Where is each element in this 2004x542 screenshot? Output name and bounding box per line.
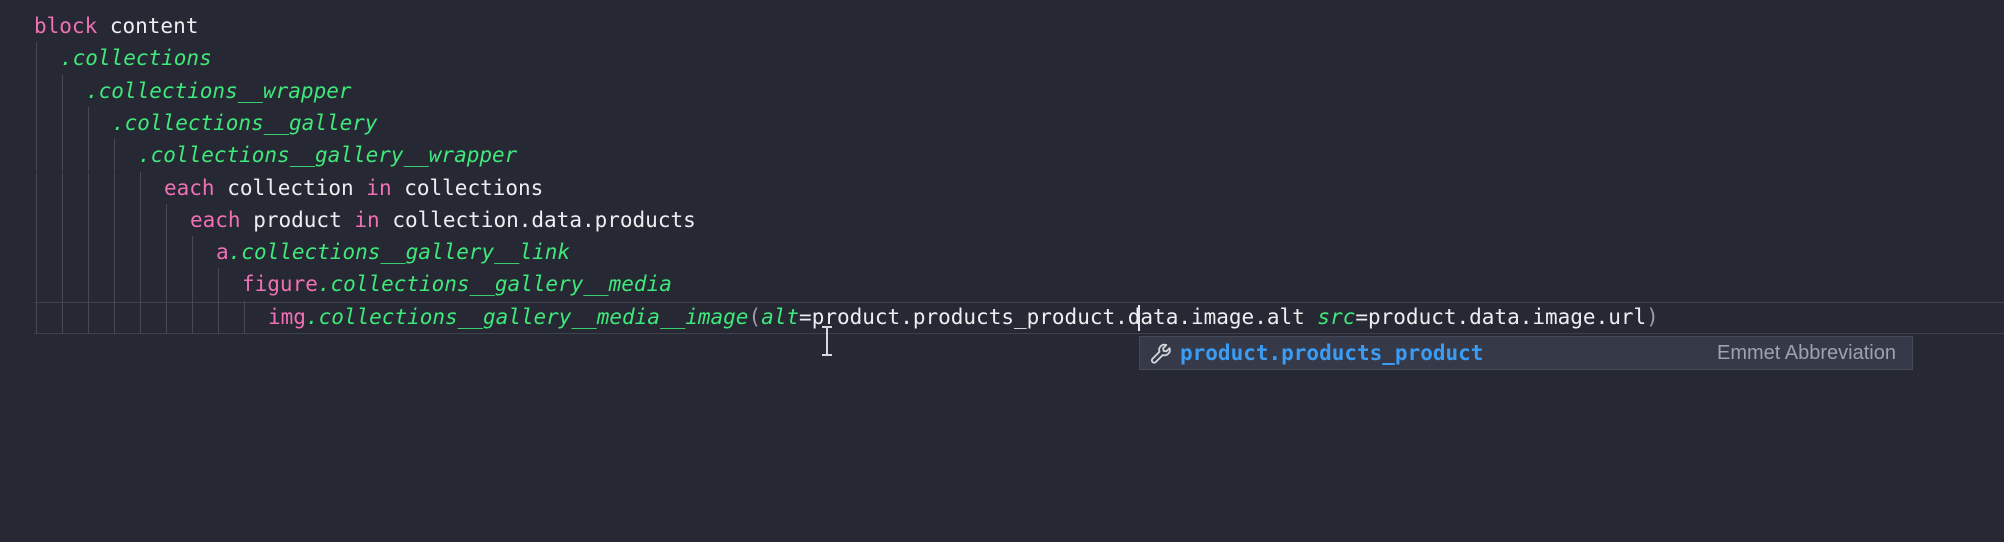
code-line[interactable]: .collections__gallery__wrapper (138, 139, 517, 171)
indent-guide (36, 236, 37, 269)
code-line[interactable]: img.collections__gallery__media__image(a… (268, 301, 1659, 333)
indent-guide (114, 203, 115, 237)
code-editor[interactable]: block content .collections .collections__w… (0, 0, 2004, 542)
indent-guide (192, 268, 193, 301)
indent-guide (166, 300, 167, 333)
code-token: =product.products_product (799, 304, 1116, 329)
indent-guide (36, 268, 37, 301)
code-token: collection.data.products (379, 207, 696, 232)
code-token: img (268, 304, 306, 329)
indent-guide (166, 203, 167, 237)
code-token: a (216, 240, 229, 265)
code-token: .collections (60, 46, 212, 71)
indent-guide (218, 268, 219, 301)
indent-guide (244, 300, 245, 333)
code-line[interactable]: a.collections__gallery__link (216, 236, 570, 268)
code-token: src (1317, 304, 1356, 329)
indent-guide (88, 300, 89, 333)
code-token: content (97, 14, 199, 38)
code-token: alt (761, 304, 800, 329)
indent-guide (166, 236, 167, 269)
code-line[interactable]: each product in collection.data.products (190, 204, 696, 236)
code-token: each (164, 175, 215, 200)
suggestion-detail: Emmet Abbreviation (1717, 342, 1896, 364)
code-line[interactable]: .collections__gallery (112, 107, 378, 139)
indent-guide (88, 171, 89, 204)
indent-guide (62, 171, 63, 204)
autocomplete-suggestion[interactable]: product.products_product Emmet Abbreviat… (1139, 336, 1913, 370)
code-token: .data.image.alt (1115, 304, 1318, 329)
indent-guide (114, 300, 115, 333)
indent-guide (62, 139, 63, 172)
code-token: ) (1646, 304, 1659, 329)
indent-guide (114, 139, 115, 172)
wrench-icon (1149, 342, 1173, 366)
code-line[interactable]: block content (34, 10, 198, 42)
code-token: .collections__gallery__wrapper (138, 143, 518, 168)
code-token: .collections__gallery__link (228, 240, 571, 265)
indent-guide (36, 106, 37, 140)
indent-guide (140, 171, 141, 204)
indent-guide (36, 139, 37, 172)
indent-guide (114, 268, 115, 301)
code-line[interactable]: .collections__wrapper (86, 75, 352, 107)
code-token: collections (391, 175, 544, 200)
indent-guide (140, 268, 141, 301)
indent-guide (218, 300, 219, 333)
indent-guide (62, 236, 63, 269)
code-line[interactable]: each collection in collections (164, 172, 543, 204)
indent-guide (88, 139, 89, 172)
indent-guide (62, 268, 63, 301)
code-line[interactable]: .collections (60, 42, 212, 74)
indent-guide (88, 268, 89, 301)
indent-guide (36, 42, 37, 75)
indent-guide (62, 300, 63, 333)
indent-guide (140, 300, 141, 333)
text-cursor (1138, 305, 1140, 331)
indent-guide (192, 300, 193, 333)
indent-guide (62, 74, 63, 107)
indent-guide (88, 106, 89, 140)
code-token: collection (214, 175, 367, 200)
indent-guide (36, 171, 37, 204)
code-token: in (366, 175, 392, 200)
indent-guide (62, 106, 63, 140)
indent-guide (192, 236, 193, 269)
code-token: each (190, 207, 241, 232)
code-token: .collections__wrapper (86, 78, 352, 103)
code-token: figure (242, 272, 318, 297)
indent-guide (36, 203, 37, 237)
code-token: ( (748, 304, 762, 329)
indent-guide (62, 203, 63, 237)
code-token: block (34, 14, 98, 38)
suggestion-label[interactable]: product.products_product (1180, 337, 1483, 369)
code-token: product (240, 207, 355, 232)
code-line[interactable]: figure.collections__gallery__media (242, 268, 672, 300)
ibeam-pointer-icon (822, 326, 832, 356)
indent-guide (114, 171, 115, 204)
indent-guide (36, 300, 37, 333)
code-token: .collections__gallery__media (317, 272, 672, 297)
indent-guide (140, 236, 141, 269)
indent-guide (114, 236, 115, 269)
code-token: in (354, 207, 380, 232)
indent-guide (166, 268, 167, 301)
indent-guide (140, 203, 141, 237)
code-token: =product.data.image.url (1355, 304, 1647, 329)
indent-guide (88, 203, 89, 237)
code-token: .collections__gallery__media__image (305, 304, 749, 329)
code-token: .collections__gallery (112, 110, 378, 135)
indent-guide (88, 236, 89, 269)
indent-guide (36, 74, 37, 107)
